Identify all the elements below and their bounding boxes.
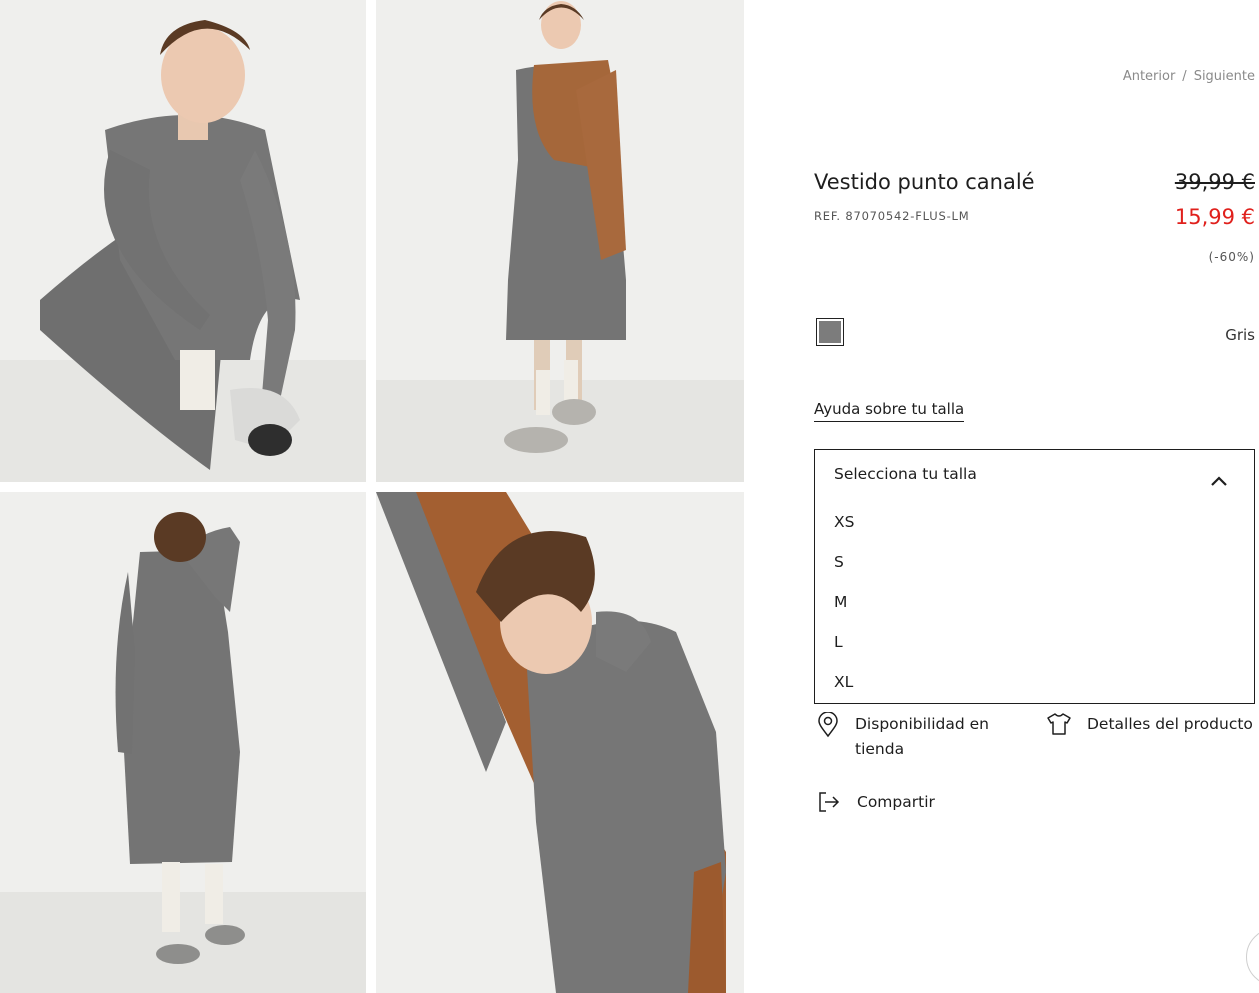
product-image-4[interactable] xyxy=(376,492,744,993)
model-photo-standing-scarf xyxy=(376,0,744,482)
share-label: Compartir xyxy=(857,793,935,811)
size-option-s[interactable]: S xyxy=(834,553,844,571)
selected-color-name: Gris xyxy=(1225,326,1255,344)
product-reference: REF. 87070542-FLUS-LM xyxy=(814,209,970,223)
product-image-3[interactable] xyxy=(0,492,366,993)
share-icon xyxy=(819,792,840,812)
product-details-label: Detalles del producto xyxy=(1087,715,1253,733)
sale-price: 15,99 € xyxy=(1174,205,1255,229)
chat-button[interactable] xyxy=(1246,928,1259,986)
product-image-1[interactable] xyxy=(0,0,366,482)
previous-link[interactable]: Anterior xyxy=(1123,69,1175,84)
size-select-label[interactable]: Selecciona tu talla xyxy=(834,465,977,483)
color-swatch-grey[interactable] xyxy=(816,318,844,346)
tshirt-icon xyxy=(1047,713,1071,735)
next-link[interactable]: Siguiente xyxy=(1194,69,1255,84)
chevron-up-icon[interactable] xyxy=(1210,475,1228,487)
size-option-m[interactable]: M xyxy=(834,593,847,611)
store-availability-label: Disponibilidad en tienda xyxy=(855,715,989,758)
model-photo-closeup xyxy=(376,492,744,993)
discount-badge: (-60%) xyxy=(1208,250,1255,264)
size-dropdown[interactable]: Selecciona tu talla XS S M L XL xyxy=(814,449,1255,704)
product-pagination: Anterior / Siguiente xyxy=(1123,69,1255,84)
size-option-xl[interactable]: XL xyxy=(834,673,853,691)
swatch-fill xyxy=(819,321,841,343)
model-photo-front-crouch xyxy=(0,0,366,482)
size-option-l[interactable]: L xyxy=(834,633,843,651)
size-help-link[interactable]: Ayuda sobre tu talla xyxy=(814,400,965,422)
nav-separator: / xyxy=(1182,69,1187,84)
original-price: 39,99 € xyxy=(1174,170,1255,194)
size-option-xs[interactable]: XS xyxy=(834,513,854,531)
map-pin-icon xyxy=(818,712,838,738)
product-title: Vestido punto canalé xyxy=(814,170,1035,194)
model-photo-back xyxy=(0,492,366,993)
product-image-2[interactable] xyxy=(376,0,744,482)
